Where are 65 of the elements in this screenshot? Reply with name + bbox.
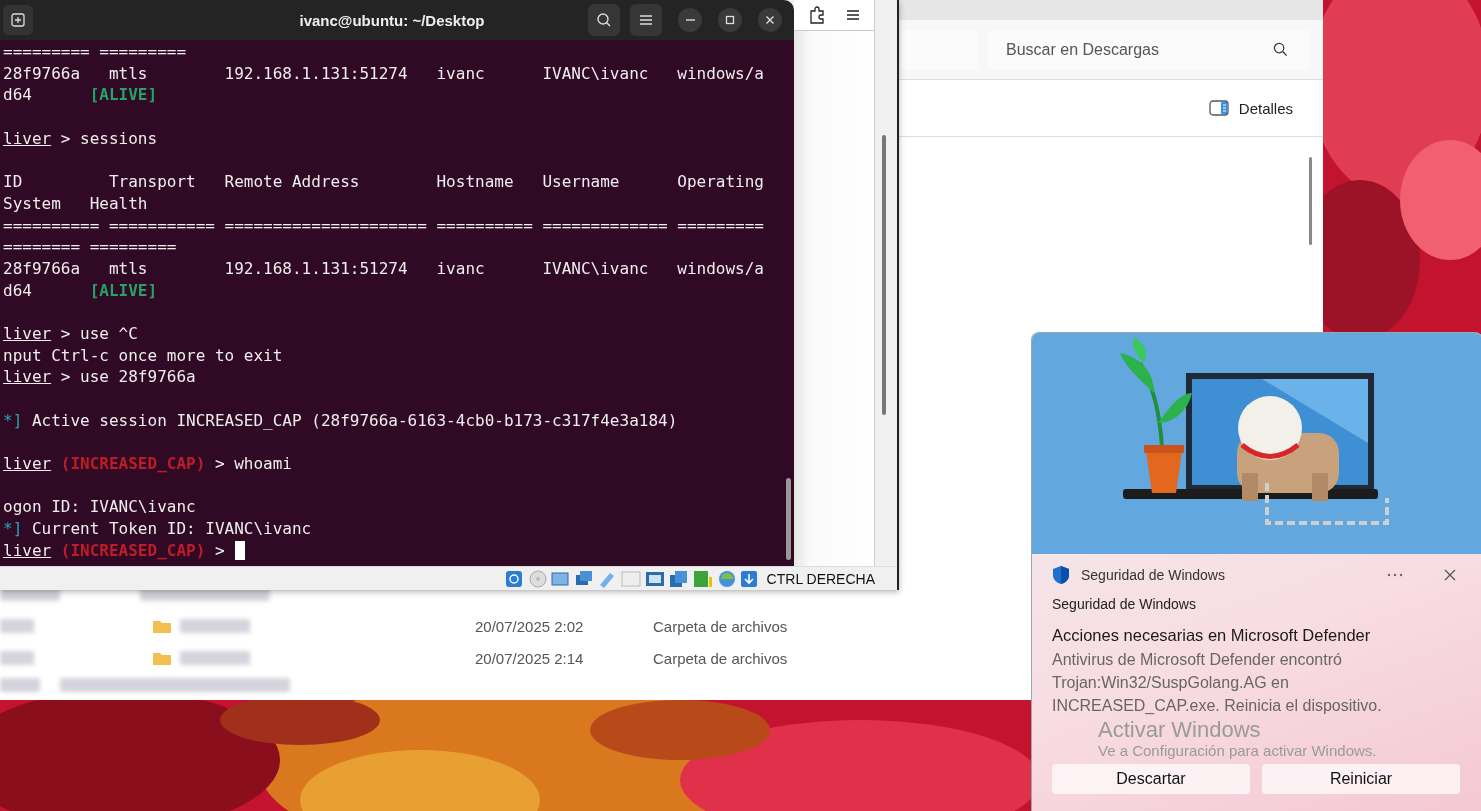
terminal-line: liver > sessions [3, 127, 158, 150]
search-button[interactable] [588, 4, 621, 36]
notification-message: Antivirus de Microsoft Defender encontró Trojan:Win32/SuspGolang.AG en INCREASED_CAP.exe. Reinicia el dispositivo. [1052, 650, 1383, 716]
text-cursor [234, 541, 245, 561]
search-icon [1273, 41, 1288, 57]
terminal-line: ======== ========= [3, 236, 177, 258]
notification-title: Acciones necesarias en Microsoft Defender [1052, 626, 1372, 645]
window-title: ivanc@ubuntu: ~/Desktop [299, 11, 485, 29]
scrollbar-thumb[interactable] [786, 478, 792, 560]
scrollbar-thumb[interactable] [882, 135, 886, 415]
shield-icon [1052, 565, 1070, 585]
blurred-text [0, 619, 34, 633]
notification-sender: Seguridad de Windows [1052, 596, 1197, 612]
terminal-line: liver (INCREASED_CAP) > whoami [3, 453, 292, 475]
details-pane-icon [1208, 100, 1229, 116]
terminal-line: ========== =========== ===================== ========== ============= ========= [3, 214, 764, 237]
maximize-icon [724, 14, 737, 26]
type-cell: Carpeta de archivos [653, 649, 788, 667]
minimize-icon [685, 19, 695, 21]
activation-watermark-text: Ve a Configuración para activar Windows. [1098, 742, 1377, 760]
address-field[interactable] [900, 29, 978, 70]
scrollbar-thumb[interactable] [1309, 157, 1312, 245]
terminal-line: nput Ctrl-c once more to exit [3, 344, 283, 367]
terminal-line: liver > use 28f9766a [3, 366, 196, 388]
terminal-line: *] Active session INCREASED_CAP (28f9766a-6163-4cb0-b173-c317f4e3a184) [3, 409, 678, 432]
folder-icon [152, 650, 172, 666]
terminal-line: ========= ========= [3, 41, 187, 63]
terminal-line: System Health [3, 192, 148, 215]
close-icon[interactable] [1444, 569, 1456, 581]
blurred-text [0, 678, 40, 692]
close-icon [764, 14, 777, 26]
puzzle-icon[interactable] [808, 6, 825, 24]
date-cell-text: 20/07/2025 2:02 [475, 617, 585, 635]
terminal-line: liver > use ^C [3, 322, 138, 345]
blurred-text [180, 651, 250, 665]
terminal-line: liver (INCREASED_CAP) > [3, 539, 225, 562]
activation-watermark-title: Activar Windows [1098, 717, 1261, 742]
type-cell: Carpeta de archivos [653, 617, 788, 635]
close-button[interactable] [758, 8, 783, 32]
search-icon [596, 12, 613, 28]
menu-icon[interactable] [845, 9, 860, 21]
app-name: Seguridad de Windows [1081, 567, 1225, 583]
new-tab-button[interactable] [3, 5, 33, 35]
menu-button[interactable] [630, 4, 663, 36]
plus-icon [10, 12, 26, 28]
blurred-text [180, 619, 250, 633]
terminal-line: ID Transport Remote Address Hostname Username Operating [3, 171, 764, 193]
date-cell-text: 20/07/2025 2:14 [475, 649, 585, 667]
minimize-button[interactable] [678, 8, 703, 32]
menu-icon [638, 12, 655, 28]
terminal-line: d64 [ALIVE] [3, 84, 158, 107]
action-button[interactable]: Descartar [1052, 764, 1250, 794]
action-button[interactable]: Reiniciar [1262, 764, 1460, 794]
terminal-line: 28f9766a mtls 192.168.1.131:51274 ivanc IVANC\ivanc windows/a [3, 257, 764, 280]
folder-icon [152, 618, 172, 634]
terminal-line: *] Current Token ID: IVANC\ivanc [3, 518, 312, 540]
terminal-line: d64 [ALIVE] [3, 279, 158, 302]
terminal-line: 28f9766a mtls 192.168.1.131:51274 ivanc IVANC\ivanc windows/a [3, 62, 764, 85]
details-button[interactable]: Detalles [1204, 95, 1297, 121]
maximize-button[interactable] [718, 8, 743, 32]
terminal-line: ogon ID: IVANC\ivanc [3, 496, 196, 519]
blurred-text [0, 651, 34, 665]
more-options-icon[interactable] [1387, 573, 1403, 577]
search-field[interactable]: Buscar en Descargas [988, 29, 1310, 70]
host-key-label: CTRL DERECHA [766, 570, 875, 587]
